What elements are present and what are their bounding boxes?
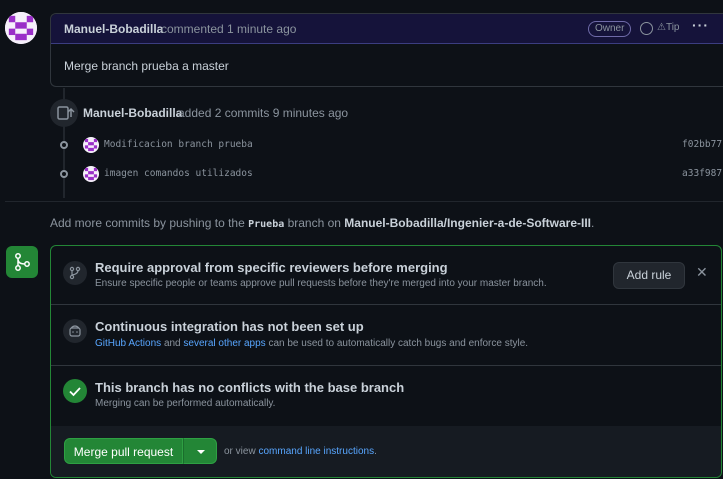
conflicts-subtitle: Merging can be performed automatically. [95,398,276,409]
branch-name: Prueba [248,219,285,230]
conflicts-section: This branch has no conflicts with the ba… [51,365,721,427]
git-merge-icon [6,246,38,278]
view-suffix: . [374,446,377,457]
check-icon [63,379,87,403]
review-title: Require approval from specific reviewers… [95,260,448,275]
owner-badge: Owner [588,21,632,37]
commit-sha[interactable]: a33f987 [682,168,722,179]
ci-section: Continuous integration has not been set … [51,304,721,366]
avatar[interactable] [5,12,37,44]
push-hint-middle: branch on [287,216,341,230]
ci-title: Continuous integration has not been set … [95,319,364,334]
comment-body: Merge branch prueba a master [64,59,229,73]
merge-footer: Merge pull request or view command line … [51,426,721,477]
commit-sha[interactable]: f02bb77 [682,139,722,150]
warning-icon: ⚠ [657,22,666,33]
more-options-icon[interactable]: ··· [692,17,709,33]
push-hint: Add more commits by pushing to the Prueb… [50,216,594,230]
commit-message[interactable]: Modificacion branch prueba [104,139,253,150]
commit-message[interactable]: imagen comandos utilizados [104,168,253,179]
review-section: Require approval from specific reviewers… [51,246,721,305]
view-instructions: or view command line instructions. [224,446,377,457]
push-hint-suffix: . [591,216,595,230]
tip-button[interactable]: ⚠Tip [657,22,680,33]
branch-icon [63,261,87,285]
close-icon[interactable]: ✕ [696,264,708,281]
ci-subtitle: GitHub Actions and several other apps ca… [95,338,528,349]
ci-and: and [163,338,181,349]
commit-icon [60,170,68,178]
event-author[interactable]: Manuel-Bobadilla [83,106,182,120]
repo-link[interactable]: Manuel-Bobadilla/Ingenier-a-de-Software-… [344,216,591,230]
add-rule-button[interactable]: Add rule [613,262,685,289]
merge-method-dropdown[interactable] [183,438,217,464]
smiley-icon[interactable] [640,22,653,35]
robot-icon [63,319,87,343]
github-actions-link[interactable]: GitHub Actions [95,338,161,349]
commit-icon [60,141,68,149]
merge-box: Require approval from specific reviewers… [50,245,722,478]
tip-label: Tip [665,22,680,33]
view-prefix: or view [224,446,256,457]
commit-avatar[interactable] [83,166,99,182]
repo-push-icon [50,99,78,127]
ci-rest: can be used to automatically catch bugs … [268,338,529,349]
merge-pull-request-button[interactable]: Merge pull request [64,438,183,464]
comment-author[interactable]: Manuel-Bobadilla [64,22,163,36]
other-apps-link[interactable]: several other apps [183,338,265,349]
comment-timestamp[interactable]: commented 1 minute ago [161,22,296,36]
commit-avatar[interactable] [83,137,99,153]
comment-header: Manuel-Bobadilla commented 1 minute ago … [51,14,723,44]
timeline-divider [5,201,723,202]
review-subtitle: Ensure specific people or teams approve … [95,278,547,289]
comment-box: Manuel-Bobadilla commented 1 minute ago … [50,13,723,87]
command-line-link[interactable]: command line instructions [258,446,374,457]
conflicts-title: This branch has no conflicts with the ba… [95,380,405,395]
event-action: added 2 commits 9 minutes ago [178,106,349,120]
push-hint-prefix: Add more commits by pushing to the [50,216,245,230]
